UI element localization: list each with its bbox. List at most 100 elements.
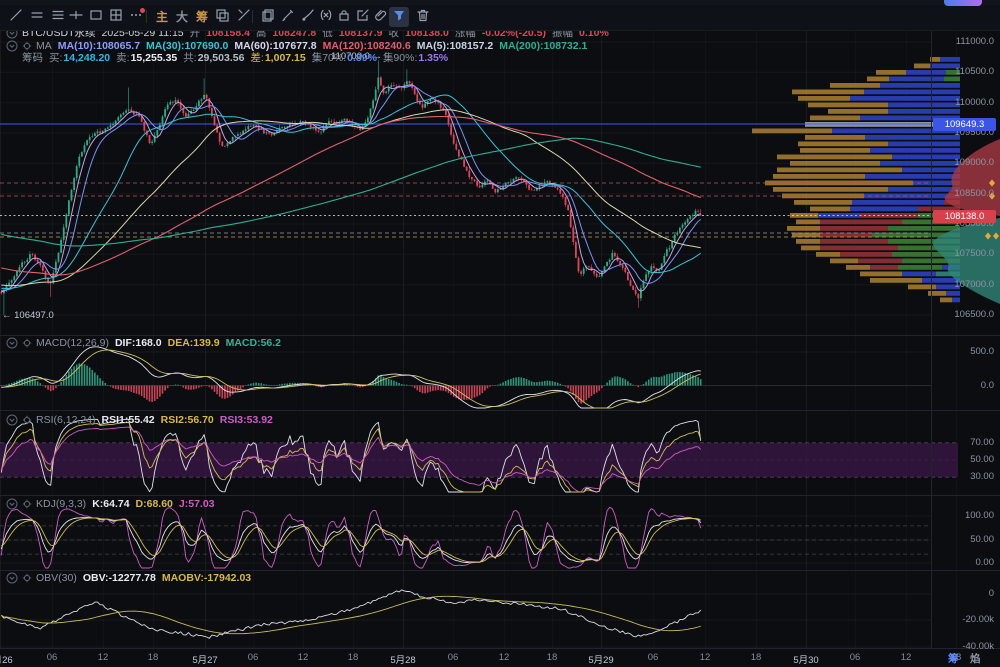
pen-slash-icon[interactable] bbox=[234, 7, 254, 27]
grid-icon[interactable] bbox=[106, 7, 126, 27]
legend-segment: DIF:168.0 bbox=[114, 337, 162, 349]
ma-legend-row: MA MA(10):108065.7 MA(30):107690.0 MA(60):1… bbox=[6, 40, 593, 52]
rsi-axis-label: 30.00 bbox=[970, 471, 994, 482]
legend-segment: 1,007.15 bbox=[264, 52, 306, 64]
time-axis-label[interactable]: 5月30 bbox=[793, 652, 818, 666]
legend-segment: OBV(30) bbox=[36, 572, 77, 584]
paperclip-icon[interactable] bbox=[371, 7, 391, 27]
time-axis-label[interactable]: 5月28 bbox=[390, 652, 415, 666]
time-axis-label[interactable]: 06 bbox=[648, 652, 659, 663]
legend-segment: 共: bbox=[183, 52, 197, 64]
time-axis-label[interactable]: 12 bbox=[700, 652, 711, 663]
rectangle-icon[interactable] bbox=[86, 7, 106, 27]
obv-line bbox=[0, 589, 702, 639]
main-chart-button[interactable]: 主 bbox=[152, 7, 172, 27]
collapse-chevron-icon[interactable] bbox=[6, 414, 18, 426]
heat-toggle[interactable]: 焰 bbox=[970, 651, 981, 666]
time-axis-label[interactable]: 06 bbox=[248, 652, 259, 663]
parallel-lines-icon[interactable] bbox=[27, 7, 47, 27]
main-chart[interactable] bbox=[0, 0, 1000, 667]
trend-line-icon[interactable] bbox=[6, 7, 26, 27]
time-axis-label[interactable]: 18 bbox=[348, 652, 359, 663]
macd-axis-label: 0.0 bbox=[980, 379, 994, 391]
collapse-chevron-icon[interactable] bbox=[6, 498, 18, 510]
maobv-line bbox=[1, 595, 701, 635]
legend-segment: 差: bbox=[250, 52, 264, 64]
paperclip-icon bbox=[373, 7, 389, 28]
dea-line bbox=[1, 349, 701, 409]
rectangle-icon bbox=[88, 7, 104, 28]
obv-axis-label: -20.00k bbox=[962, 614, 994, 625]
legend-segment: 筹码 bbox=[22, 52, 43, 64]
collapse-chevron-icon[interactable] bbox=[6, 40, 18, 52]
time-axis-label[interactable]: 06 bbox=[47, 652, 58, 663]
trash-icon bbox=[415, 7, 431, 28]
obv-axis-label: -40.00k bbox=[962, 641, 994, 652]
legend-segment: MA bbox=[36, 39, 52, 52]
indicator-settings-icon[interactable] bbox=[22, 41, 32, 51]
indicator-settings-icon[interactable] bbox=[22, 573, 32, 583]
more-tools-icon[interactable] bbox=[126, 7, 146, 27]
time-axis-label[interactable]: 12 bbox=[901, 652, 912, 663]
indicator-settings-icon[interactable] bbox=[22, 338, 32, 348]
trend-line-icon bbox=[8, 7, 24, 28]
gradient-pill-button[interactable] bbox=[944, 0, 982, 6]
time-axis-label[interactable]: 5月26 bbox=[0, 652, 13, 666]
copy-icon bbox=[260, 7, 276, 28]
circle-x-icon[interactable] bbox=[316, 7, 336, 27]
time-axis-label[interactable]: 18 bbox=[547, 652, 558, 663]
rsi-legend-row: RSI(6,12,24) RSI1:55.42 RSI2:56.70 RSI3:53.… bbox=[6, 414, 279, 426]
time-axis-label[interactable]: 06 bbox=[448, 652, 459, 663]
collapse-chevron-icon[interactable] bbox=[6, 337, 18, 349]
legend-segment: MAOBV:-17942.03 bbox=[161, 572, 252, 584]
legend-segment: 0.89% bbox=[347, 52, 377, 64]
kdj-axis-label: 100.00 bbox=[964, 510, 994, 521]
crosshair-icon[interactable] bbox=[66, 7, 86, 27]
copy-icon[interactable] bbox=[258, 7, 278, 27]
legend-segment: MACD:56.2 bbox=[225, 337, 282, 349]
time-axis-label[interactable]: 12 bbox=[499, 652, 510, 663]
rsi-axis-label: 50.00 bbox=[970, 454, 994, 465]
time-axis-label[interactable]: 06 bbox=[850, 652, 861, 663]
collapse-chevron-icon[interactable] bbox=[6, 572, 18, 584]
funnel-icon[interactable] bbox=[389, 7, 409, 27]
indicator-settings-icon[interactable] bbox=[22, 499, 32, 509]
price-axis-label: 108500.0 bbox=[954, 187, 994, 199]
trash-icon[interactable] bbox=[413, 7, 433, 27]
overlay-squares-icon bbox=[214, 7, 230, 28]
lock-icon[interactable] bbox=[334, 7, 354, 27]
indicator-settings-icon[interactable] bbox=[22, 415, 32, 425]
chip-distribution-button[interactable]: 筹 bbox=[192, 7, 212, 27]
edit-box-icon[interactable] bbox=[353, 7, 373, 27]
legend-segment: RSI3:53.92 bbox=[219, 414, 273, 426]
session-low-marker: ← 106497.0 bbox=[2, 310, 54, 321]
time-axis-label[interactable]: 5月27 bbox=[192, 652, 217, 666]
time-axis-label[interactable]: 18 bbox=[148, 652, 159, 663]
avg-cost-price-badge: 109649.3 bbox=[933, 118, 996, 131]
ma-lines bbox=[1, 84, 701, 293]
legend-segment: D:68.60 bbox=[135, 498, 173, 510]
macd-axis-label: 500.0 bbox=[970, 346, 994, 357]
rsi-axis-label: 70.00 bbox=[970, 437, 994, 448]
edit-box-icon bbox=[355, 7, 371, 28]
pencil-icon[interactable] bbox=[278, 7, 298, 27]
list-lines-icon[interactable] bbox=[48, 7, 68, 27]
legend-segment: MA(5):108157.2 bbox=[416, 39, 494, 52]
time-axis-label[interactable]: 12 bbox=[98, 652, 109, 663]
macd-pane bbox=[0, 346, 702, 409]
chip-profile-toggle[interactable]: 筹 bbox=[948, 651, 959, 666]
price-axis-label: 109000.0 bbox=[954, 157, 994, 169]
legend-segment: MA(120):108240.6 bbox=[322, 39, 411, 52]
legend-segment: J:57.03 bbox=[178, 498, 215, 510]
legend-segment: DEA:139.9 bbox=[167, 337, 220, 349]
overlay-squares-icon[interactable] bbox=[212, 7, 232, 27]
brush-icon bbox=[300, 7, 316, 28]
candles bbox=[0, 60, 702, 316]
time-axis-label[interactable]: 12 bbox=[298, 652, 309, 663]
last-price-badge: 108138.0 bbox=[933, 210, 996, 223]
legend-segment: 1.35% bbox=[418, 52, 449, 64]
brush-icon[interactable] bbox=[298, 7, 318, 27]
time-axis-label[interactable]: 18 bbox=[751, 652, 762, 663]
time-axis-label[interactable]: 5月29 bbox=[588, 652, 613, 666]
large-view-button[interactable]: 大 bbox=[172, 7, 192, 27]
